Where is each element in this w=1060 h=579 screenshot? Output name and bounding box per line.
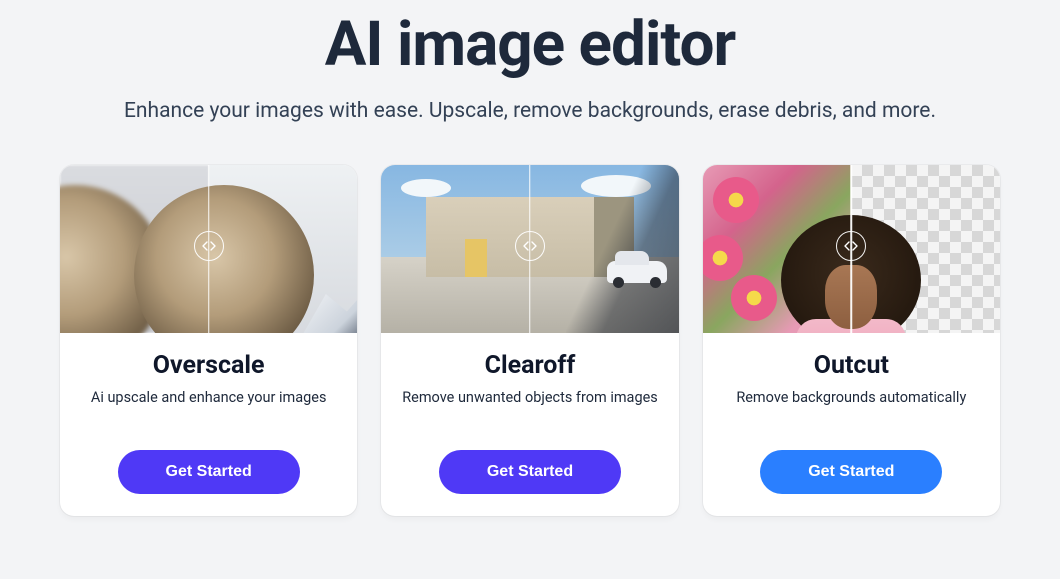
compare-handle-icon[interactable] [836,231,866,261]
card-overscale-image [60,165,357,333]
card-outcut-image [703,165,1000,333]
card-clearoff-cta-button[interactable]: Get Started [439,450,621,494]
card-overscale-cta-button[interactable]: Get Started [118,450,300,494]
card-outcut-cta-button[interactable]: Get Started [760,450,942,494]
page-title: AI image editor [60,8,1000,81]
card-overscale-desc: Ai upscale and enhance your images [91,388,327,428]
card-clearoff-image [381,165,678,333]
card-outcut-title: Outcut [814,351,889,380]
card-clearoff-desc: Remove unwanted objects from images [402,388,658,428]
page-subtitle: Enhance your images with ease. Upscale, … [60,99,1000,123]
compare-handle-icon[interactable] [194,231,224,261]
card-clearoff: Clearoff Remove unwanted objects from im… [381,165,678,516]
card-outcut: Outcut Remove backgrounds automatically … [703,165,1000,516]
card-overscale: Overscale Ai upscale and enhance your im… [60,165,357,516]
compare-handle-icon[interactable] [515,231,545,261]
card-clearoff-title: Clearoff [485,351,576,380]
feature-cards: Overscale Ai upscale and enhance your im… [60,165,1000,516]
card-outcut-desc: Remove backgrounds automatically [736,388,966,428]
card-overscale-title: Overscale [153,351,265,380]
